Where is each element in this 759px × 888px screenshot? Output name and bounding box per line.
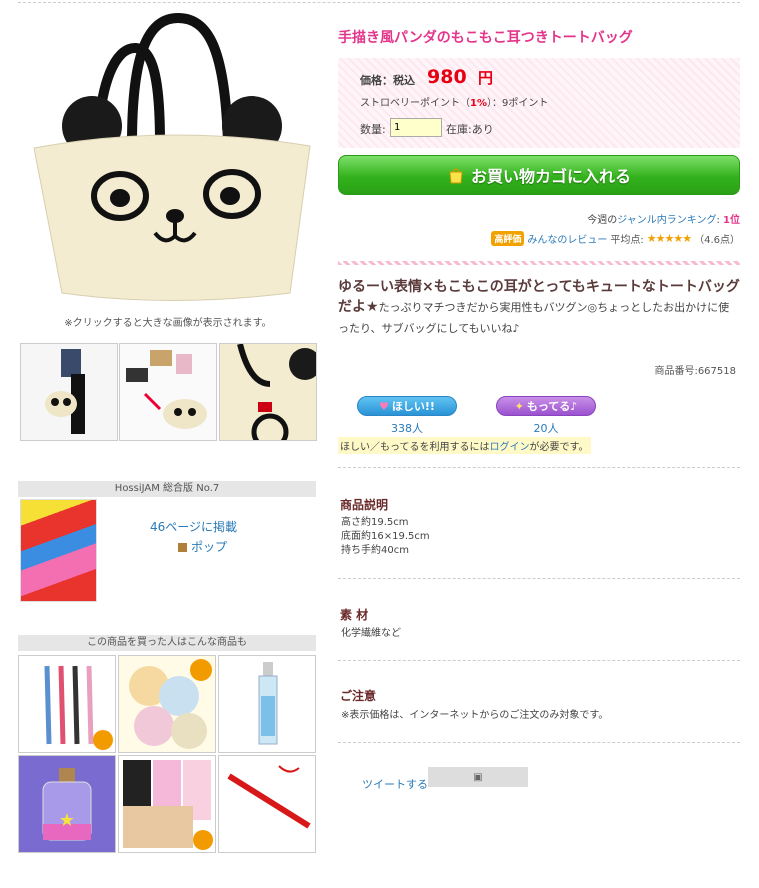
- ranking-value: 1位: [723, 215, 740, 226]
- image-caption: ※クリックすると大きな画像が表示されます。: [64, 318, 272, 329]
- product-title: 手描き風パンダのもこもこ耳つきトートバッグ: [338, 30, 633, 46]
- have-button[interactable]: ✦ もってる♪: [496, 396, 596, 416]
- rating-stars-icon: ★★★★★: [646, 232, 692, 245]
- notice-heading: ご注意: [340, 689, 377, 703]
- login-link[interactable]: ログイン: [490, 442, 530, 453]
- have-count: 20人: [533, 422, 559, 435]
- login-note-suffix: が必要です。: [529, 442, 589, 453]
- description-heading: 商品説明: [340, 498, 389, 512]
- tweet-button-image[interactable]: ▣: [428, 767, 528, 787]
- related-item-pen[interactable]: [218, 755, 316, 853]
- related-item-star-bottle[interactable]: ★: [18, 755, 116, 853]
- notice-text: ※表示価格は、インターネットからのご注文のみ対象です。: [341, 710, 609, 721]
- divider: [338, 467, 740, 468]
- reviews-link[interactable]: みんなのレビュー: [527, 231, 607, 246]
- points-suffix: ）：9ポイント: [486, 98, 549, 109]
- want-label: ほしい!!: [391, 400, 435, 413]
- thumbnail-2[interactable]: [119, 343, 217, 441]
- login-note-prefix: ほしい／もってるを利用するには: [340, 442, 490, 453]
- divider: [338, 660, 740, 661]
- want-button[interactable]: ♥ ほしい!!: [357, 396, 457, 416]
- review-label: 平均点:: [610, 235, 644, 246]
- catalog-page-link[interactable]: 46ページに掲載: [150, 518, 237, 535]
- price-label: 価格：税込: [360, 74, 415, 87]
- related-item-bottle[interactable]: [218, 655, 316, 753]
- related-item-mechanical-pencils[interactable]: [18, 655, 116, 753]
- add-to-cart-label: お買い物カゴに入れる: [470, 167, 631, 186]
- shopping-bag-icon: [449, 168, 463, 184]
- pencils-image: [19, 656, 115, 752]
- thumbnail-1[interactable]: [20, 343, 118, 441]
- divider: [338, 742, 740, 743]
- have-label: もってる♪: [526, 400, 578, 413]
- divider: [338, 578, 740, 579]
- tweet-link[interactable]: ツイートする: [362, 776, 428, 792]
- main-product-image[interactable]: [20, 8, 316, 308]
- svg-text:★: ★: [59, 810, 75, 831]
- description-line: 持ち手約40cm: [341, 545, 409, 556]
- description-text: 高さ約19.5cm 底面約16×19.5cm 持ち手約40cm: [341, 516, 430, 558]
- mirrors-image: [119, 656, 215, 752]
- panda-tote-illustration: [33, 12, 311, 301]
- login-note: ほしい／もってるを利用するにはログインが必要です。: [338, 437, 591, 454]
- material-text: 化学繊維など: [341, 628, 401, 639]
- related-item-stickers[interactable]: [118, 755, 216, 853]
- image-placeholder-icon: ▣: [473, 771, 483, 783]
- price-unit: 円: [478, 69, 494, 87]
- want-count: 338人: [391, 422, 423, 435]
- stickers-image: [119, 756, 215, 852]
- catalog-category-link[interactable]: ポップ: [178, 538, 227, 555]
- catalog-heading: HossiJAM 総合版 No.7: [18, 481, 316, 497]
- catch-copy: ゆるーい表情×もこもこの耳がとってもキュートなトートバッグだよ★たっぷりマチつき…: [338, 277, 740, 339]
- review-score: （4.6点）: [694, 235, 740, 246]
- catalog-cover-image[interactable]: [20, 499, 97, 602]
- also-bought-heading: この商品を買った人はこんな商品も: [18, 635, 316, 651]
- thumbnail-3[interactable]: [219, 343, 317, 441]
- thumbnail-contents-image: [120, 344, 216, 440]
- pink-divider: [338, 261, 740, 265]
- heart-icon: ♥: [379, 399, 389, 413]
- square-bullet-icon: [178, 543, 187, 552]
- pen-image: [219, 756, 315, 852]
- thumbnail-model-image: [21, 344, 117, 440]
- stock-status: 在庫:あり: [446, 123, 494, 136]
- thumbnail-closeup-image: [220, 344, 316, 440]
- bottle-image: [219, 656, 315, 752]
- points-rate: 1%: [470, 98, 487, 109]
- material-heading: 素 材: [340, 608, 369, 622]
- high-rating-badge: 高評価: [491, 231, 525, 246]
- price-box: 価格：税込 980 円 ストロベリーポイント（1%）：9ポイント 数量: 在庫:…: [338, 58, 740, 148]
- price-value: 980: [427, 66, 467, 88]
- catalog-category-label: ポップ: [191, 540, 228, 554]
- related-item-mirrors[interactable]: [118, 655, 216, 753]
- quantity-input[interactable]: [390, 118, 442, 137]
- top-divider: [18, 2, 740, 3]
- sparkle-icon: ✦: [514, 399, 524, 413]
- review-summary: 高評価 みんなのレビュー 平均点: ★★★★★ （4.6点）: [491, 231, 740, 246]
- product-number: 商品番号:667518: [654, 366, 736, 377]
- ranking-info: 今週のジャンル内ランキング: 1位: [587, 211, 740, 226]
- ranking-link[interactable]: ジャンル内ランキング: [617, 215, 716, 226]
- ranking-prefix: 今週の: [587, 215, 618, 226]
- points-prefix: ストロベリーポイント（: [360, 98, 470, 109]
- quantity-label: 数量:: [360, 123, 386, 136]
- description-line: 高さ約19.5cm: [341, 517, 409, 528]
- catch-copy-text: たっぷりマチつきだから実用性もバツグン◎ちょっとしたお出かけに使ったり、サブバッ…: [338, 301, 730, 335]
- description-line: 底面約16×19.5cm: [341, 531, 430, 542]
- points-info: ストロベリーポイント（1%）：9ポイント: [360, 94, 548, 109]
- star-bottle-image: ★: [19, 756, 115, 852]
- add-to-cart-button[interactable]: お買い物カゴに入れる: [338, 155, 740, 195]
